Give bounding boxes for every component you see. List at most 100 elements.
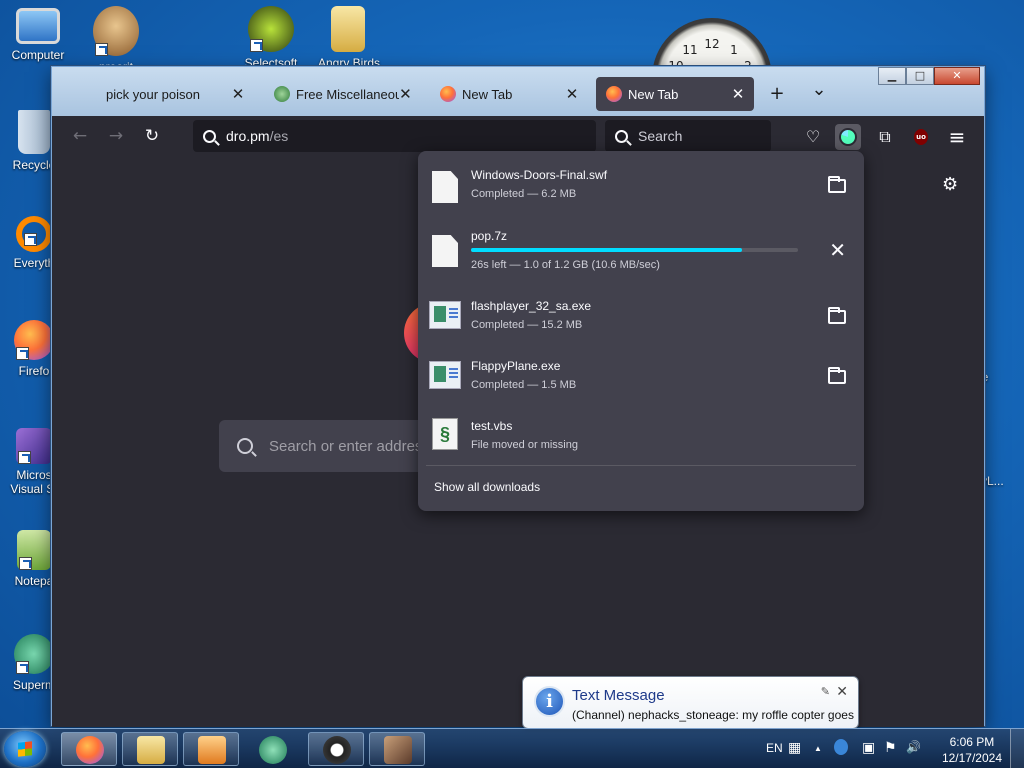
search-icon xyxy=(237,438,253,454)
download-item[interactable]: flashplayer_32_sa.exe Completed — 15.2 M… xyxy=(418,291,864,347)
script-file-icon: § xyxy=(432,418,458,450)
notification-title: Text Message xyxy=(572,687,665,704)
show-all-downloads-button[interactable]: Show all downloads xyxy=(434,480,540,494)
download-item[interactable]: FlappyPlane.exe Completed — 1.5 MB xyxy=(418,351,864,407)
keyboard-icon[interactable]: ▦ xyxy=(788,739,801,756)
desktop-icon-label: Computer xyxy=(11,48,65,62)
window-controls: ▁ □ ✕ xyxy=(878,67,980,85)
download-filename: flashplayer_32_sa.exe xyxy=(471,299,592,313)
media-player-icon xyxy=(198,736,226,764)
folder-icon[interactable] xyxy=(828,367,846,384)
new-tab-button[interactable]: + xyxy=(766,83,788,104)
ublock-icon: uo xyxy=(914,129,928,145)
tab-free-miscellaneous[interactable]: Free Miscellaneous S ✕ xyxy=(264,77,420,111)
folder-icon xyxy=(331,6,365,52)
settings-gear-icon[interactable]: ⚙ xyxy=(942,176,960,194)
monkey-icon xyxy=(93,6,139,56)
shortcut-arrow-icon xyxy=(16,347,29,360)
clock-date: 12/17/2024 xyxy=(941,751,1002,765)
back-button[interactable]: ← xyxy=(68,125,92,147)
recycle-bin-icon xyxy=(18,110,50,154)
pocket-icon[interactable]: ♡ xyxy=(800,124,826,150)
desktop-icon-preorit[interactable]: preorit xyxy=(86,6,146,74)
folder-icon xyxy=(137,736,165,764)
download-progress-bar xyxy=(471,248,798,252)
language-indicator[interactable]: EN xyxy=(766,741,783,755)
action-center-flag-icon[interactable]: ⚑ xyxy=(884,739,897,756)
clock-time: 6:06 PM xyxy=(949,735,995,749)
visual-studio-icon xyxy=(16,428,52,464)
download-filename: pop.7z xyxy=(471,229,508,243)
forward-button[interactable]: → xyxy=(104,125,128,147)
tab-close-icon[interactable]: ✕ xyxy=(564,85,580,103)
download-status: Completed — 6.2 MB xyxy=(471,188,577,200)
download-status: File moved or missing xyxy=(471,439,578,451)
taskbar-clock[interactable]: 6:06 PM 12/17/2024 xyxy=(942,734,1002,766)
ble-app-icon xyxy=(323,736,351,764)
firefox-icon xyxy=(76,736,104,764)
superm-icon xyxy=(14,634,54,674)
taskbar: EN ▦ ▲ ▣ ⚑ 🔊 6:06 PM 12/17/2024 xyxy=(0,728,1024,768)
ublock-origin-button[interactable]: uo xyxy=(908,124,934,150)
svg-text:1: 1 xyxy=(730,43,738,57)
system-tray: EN ▦ ▲ ▣ ⚑ 🔊 6:06 PM 12/17/2024 xyxy=(754,729,1024,768)
url-bar[interactable]: dro.pm/es xyxy=(193,120,596,152)
tab-new-tab-1[interactable]: New Tab ✕ xyxy=(430,77,588,111)
tab-close-icon[interactable]: ✕ xyxy=(230,85,246,103)
tab-close-icon[interactable]: ✕ xyxy=(399,85,412,103)
folder-icon[interactable] xyxy=(828,176,846,193)
executable-icon xyxy=(429,361,461,389)
selectsoft-icon xyxy=(259,736,287,764)
desktop-icon-computer[interactable]: Computer xyxy=(8,8,68,62)
download-status: Completed — 1.5 MB xyxy=(471,379,577,391)
taskbar-selectsoft[interactable] xyxy=(244,732,300,766)
download-filename: test.vbs xyxy=(471,419,513,433)
start-button[interactable] xyxy=(4,731,46,767)
shortcut-arrow-icon xyxy=(250,39,263,52)
download-item-missing[interactable]: § test.vbs File moved or missing xyxy=(418,411,864,467)
network-icon[interactable]: ▣ xyxy=(862,739,875,756)
desktop-icon-angry-birds[interactable]: Angry Birds xyxy=(318,6,380,70)
info-icon: i xyxy=(534,686,565,717)
download-item-in-progress[interactable]: pop.7z 26s left — 1.0 of 1.2 GB (10.6 MB… xyxy=(418,221,864,277)
taskbar-app-image[interactable] xyxy=(369,732,425,766)
taskbar-firefox[interactable] xyxy=(61,732,117,766)
close-notification-icon[interactable]: ✕ xyxy=(836,683,848,700)
download-progress-icon xyxy=(839,128,857,146)
url-host: dro.pm xyxy=(226,128,270,144)
desktop-icon-selectsoft[interactable]: Selectsoft xyxy=(241,6,301,70)
minimize-button[interactable]: ▁ xyxy=(878,67,906,85)
download-filename: Windows-Doors-Final.swf xyxy=(471,168,608,182)
taskbar-explorer[interactable] xyxy=(122,732,178,766)
download-item[interactable]: Windows-Doors-Final.swf Completed — 6.2 … xyxy=(418,159,864,215)
globe-favicon-icon xyxy=(274,86,290,102)
search-bar[interactable]: Search xyxy=(605,120,771,152)
cancel-download-icon[interactable]: ✕ xyxy=(829,238,846,263)
page-search-placeholder: Search or enter addres xyxy=(269,437,423,455)
show-hidden-icons-button[interactable]: ▲ xyxy=(814,744,822,753)
tab-new-tab-active[interactable]: New Tab ✕ xyxy=(596,77,754,111)
app-menu-button[interactable]: ≡ xyxy=(944,124,970,150)
notification-balloon[interactable]: i Text Message (Channel) nephacks_stonea… xyxy=(522,676,859,729)
tab-pick-your-poison[interactable]: pick your poison ✕ xyxy=(96,77,254,111)
list-all-tabs-button[interactable]: ⌄ xyxy=(808,79,830,100)
pin-icon[interactable]: ✎ xyxy=(821,685,830,698)
navigation-toolbar: ← → ↻ dro.pm/es Search ♡ ⧉ uo ≡ xyxy=(52,116,984,156)
firefox-favicon-icon xyxy=(440,86,456,102)
folder-icon[interactable] xyxy=(828,307,846,324)
volume-icon[interactable]: 🔊 xyxy=(906,740,921,754)
maximize-button[interactable]: □ xyxy=(906,67,934,85)
close-window-button[interactable]: ✕ xyxy=(934,67,980,85)
taskbar-app-ble[interactable] xyxy=(308,732,364,766)
url-path: /es xyxy=(269,128,289,144)
panel-divider xyxy=(426,465,856,466)
tab-title: pick your poison xyxy=(106,86,200,102)
shortcut-arrow-icon xyxy=(16,661,29,674)
reload-button[interactable]: ↻ xyxy=(140,125,164,147)
taskbar-media-player[interactable] xyxy=(183,732,239,766)
downloads-button[interactable] xyxy=(835,124,861,150)
extensions-icon[interactable]: ⧉ xyxy=(872,124,898,150)
show-desktop-button[interactable] xyxy=(1010,729,1024,768)
notification-app-icon[interactable] xyxy=(834,739,848,755)
tab-close-icon[interactable]: ✕ xyxy=(730,85,746,103)
